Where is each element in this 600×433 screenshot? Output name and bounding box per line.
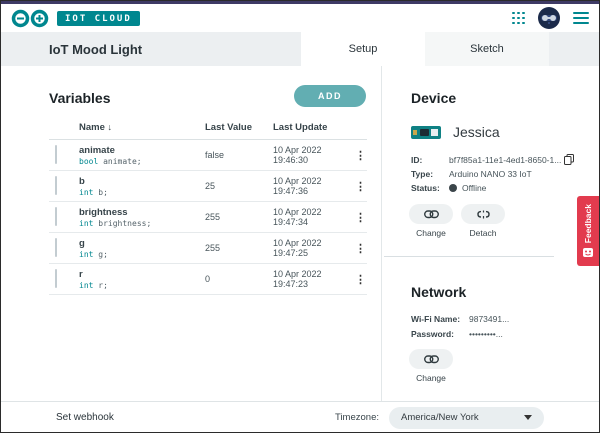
smiley-icon — [583, 248, 593, 258]
link-icon — [424, 210, 439, 219]
timezone-select[interactable]: America/New York — [389, 407, 544, 429]
variable-last-value: 255 — [205, 212, 273, 222]
table-row: g int g; 255 10 Apr 2022 19:47:25 ⋮ — [49, 233, 367, 264]
device-title: Device — [411, 90, 456, 106]
title-bar: IoT Mood Light Setup Sketch — [1, 32, 599, 66]
timezone-value: America/New York — [401, 412, 479, 423]
network-title: Network — [411, 284, 466, 300]
wifi-name-row: Wi-Fi Name: 9873491... — [411, 314, 509, 324]
variable-declaration: int g; — [79, 250, 205, 259]
row-menu-icon[interactable]: ⋮ — [354, 149, 367, 162]
variable-declaration: int b; — [79, 188, 205, 197]
timezone-label: Timezone: — [335, 412, 379, 423]
password-row: Password: •••••••••... — [411, 329, 503, 339]
variable-last-value: false — [205, 150, 273, 160]
device-type-row: Type: Arduino NANO 33 IoT — [411, 169, 532, 179]
row-checkbox[interactable] — [55, 145, 57, 164]
variable-name[interactable]: g — [79, 238, 205, 249]
device-panel: Device Jessica ID: bf7f85a1-11e1-4ed1-86… — [382, 66, 600, 401]
link-icon — [424, 355, 439, 364]
column-header-name[interactable]: Name ↓ — [79, 122, 205, 139]
add-variable-button[interactable]: ADD — [294, 85, 366, 107]
variable-name[interactable]: r — [79, 269, 205, 280]
variable-name[interactable]: animate — [79, 145, 205, 156]
variable-last-value: 0 — [205, 274, 273, 284]
variable-last-value: 255 — [205, 243, 273, 253]
variable-last-update: 10 Apr 2022 19:47:25 — [273, 238, 354, 258]
row-checkbox[interactable] — [55, 269, 57, 288]
variable-last-update: 10 Apr 2022 19:46:30 — [273, 145, 354, 165]
device-change-label: Change — [416, 228, 446, 238]
column-header-last-update: Last Update — [273, 122, 354, 139]
variables-title: Variables — [49, 90, 111, 106]
row-menu-icon[interactable]: ⋮ — [354, 273, 367, 286]
main-content: Variables ADD Name ↓ Last Value Last Upd… — [1, 66, 599, 401]
variable-last-value: 25 — [205, 181, 273, 191]
device-id-value: bf7f85a1-11e1-4ed1-8650-1... — [449, 155, 561, 165]
section-divider — [384, 256, 554, 257]
app-bar: IOT CLOUD — [1, 4, 599, 32]
device-type-value: Arduino NANO 33 IoT — [449, 169, 532, 179]
tab-setup[interactable]: Setup — [301, 32, 425, 66]
device-id-row: ID: bf7f85a1-11e1-4ed1-8650-1... — [411, 154, 574, 165]
device-name: Jessica — [453, 124, 500, 140]
table-row: b int b; 25 10 Apr 2022 19:47:36 ⋮ — [49, 171, 367, 202]
board-icon — [411, 126, 441, 139]
menu-hamburger-icon[interactable] — [573, 12, 589, 24]
table-row: r int r; 0 10 Apr 2022 19:47:23 ⋮ — [49, 264, 367, 295]
feedback-tab[interactable]: Feedback — [577, 196, 599, 266]
column-header-last-value: Last Value — [205, 122, 273, 139]
wifi-name-value: 9873491... — [469, 314, 509, 324]
chevron-down-icon — [524, 415, 532, 420]
password-value: •••••••••... — [469, 329, 503, 339]
set-webhook-link[interactable]: Set webhook — [56, 412, 114, 423]
row-checkbox[interactable] — [55, 176, 57, 195]
variable-declaration: int brightness; — [79, 219, 205, 228]
variable-last-update: 10 Apr 2022 19:47:36 — [273, 176, 354, 196]
variable-name[interactable]: b — [79, 176, 205, 187]
variable-last-update: 10 Apr 2022 19:47:23 — [273, 269, 354, 289]
feedback-label: Feedback — [583, 204, 593, 243]
row-checkbox[interactable] — [55, 238, 57, 257]
iot-cloud-badge[interactable]: IOT CLOUD — [57, 11, 140, 26]
variable-declaration: bool animate; — [79, 157, 205, 166]
apps-grid-icon[interactable] — [512, 12, 525, 25]
copy-icon[interactable] — [564, 154, 574, 165]
sort-descending-icon[interactable]: ↓ — [108, 122, 113, 132]
table-row: animate bool animate; false 10 Apr 2022 … — [49, 140, 367, 171]
footer-bar: Set webhook Timezone: America/New York — [1, 401, 599, 433]
tab-bar: Setup Sketch — [301, 32, 549, 66]
iot-cloud-window: IOT CLOUD IoT Mood Light Setup Sketch — [0, 0, 600, 433]
tab-sketch[interactable]: Sketch — [425, 32, 549, 66]
device-status-row: Status: Offline — [411, 183, 486, 193]
row-menu-icon[interactable]: ⋮ — [354, 180, 367, 193]
device-change-button[interactable] — [409, 204, 453, 224]
table-header-row: Name ↓ Last Value Last Update — [49, 118, 367, 140]
network-change-button[interactable] — [409, 349, 453, 369]
device-detach-button[interactable] — [461, 204, 505, 224]
network-change-label: Change — [416, 373, 446, 383]
row-menu-icon[interactable]: ⋮ — [354, 211, 367, 224]
row-checkbox[interactable] — [55, 207, 57, 226]
user-avatar[interactable] — [538, 7, 560, 29]
variables-table: Name ↓ Last Value Last Update animate bo… — [49, 118, 367, 295]
page-title: IoT Mood Light — [49, 42, 142, 57]
arduino-logo-icon[interactable] — [11, 9, 49, 28]
device-status-value: Offline — [462, 183, 486, 193]
table-row: brightness int brightness; 255 10 Apr 20… — [49, 202, 367, 233]
variable-declaration: int r; — [79, 281, 205, 290]
status-offline-dot — [449, 184, 457, 192]
variable-name[interactable]: brightness — [79, 207, 205, 218]
variable-last-update: 10 Apr 2022 19:47:34 — [273, 207, 354, 227]
device-detach-label: Detach — [470, 228, 497, 238]
broken-link-icon — [476, 210, 491, 219]
row-menu-icon[interactable]: ⋮ — [354, 242, 367, 255]
